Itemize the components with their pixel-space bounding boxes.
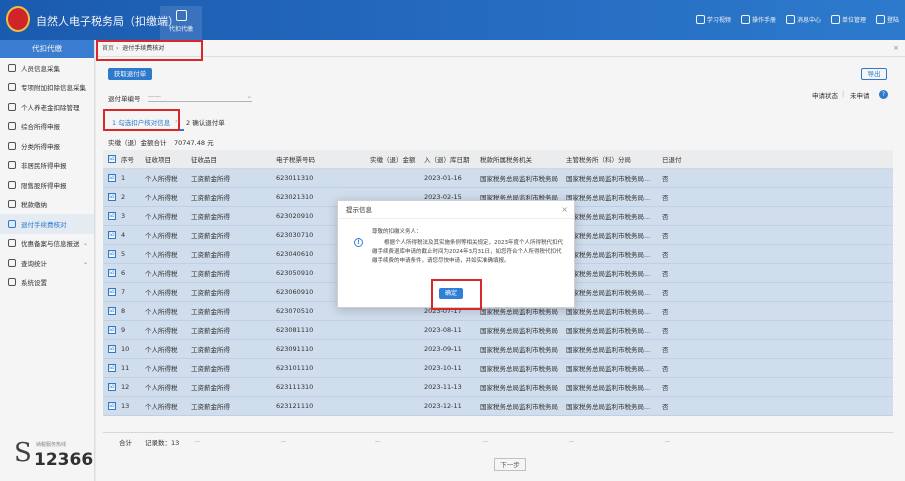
info-icon: ! bbox=[354, 238, 363, 247]
highlight-box-step bbox=[103, 109, 180, 131]
highlight-box-confirm bbox=[431, 279, 482, 310]
highlight-box-breadcrumb bbox=[96, 40, 203, 61]
dialog-title: 提示信息 bbox=[338, 201, 574, 219]
dialog-body: 根据个人所得税法及其实施条例等相关规定，2023年度个人所得税代扣代缴手续费退库… bbox=[372, 240, 563, 264]
close-icon[interactable]: × bbox=[561, 205, 568, 214]
dialog-greeting: 尊敬的扣缴义务人： bbox=[372, 229, 422, 235]
